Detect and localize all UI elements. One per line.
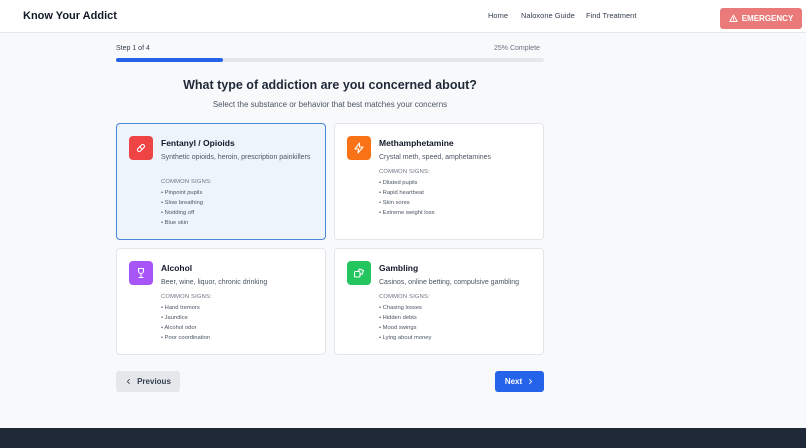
step-indicator: Step 1 of 4 bbox=[116, 45, 150, 52]
emergency-button[interactable]: EMERGENCY bbox=[720, 8, 802, 29]
card-title: Alcohol bbox=[161, 263, 193, 273]
common-signs-list: • Chasing losses • Hidden debts • Mood s… bbox=[379, 303, 431, 343]
sign-item: • Hand tremors bbox=[161, 305, 200, 311]
common-signs-list: • Dilated pupils • Rapid heartbeat • Ski… bbox=[379, 178, 435, 218]
sign-item: • Pinpoint pupils bbox=[161, 190, 203, 196]
previous-button[interactable]: Previous bbox=[116, 371, 180, 392]
lightning-icon bbox=[347, 136, 371, 160]
chevron-left-icon bbox=[126, 379, 130, 384]
card-title: Fentanyl / Opioids bbox=[161, 138, 235, 148]
wine-glass-icon bbox=[129, 261, 153, 285]
common-signs-heading: COMMON SIGNS: bbox=[161, 294, 212, 300]
common-signs-list: • Pinpoint pupils • Slow breathing • Nod… bbox=[161, 188, 203, 228]
option-card-fentanyl-opioids[interactable]: Fentanyl / Opioids Synthetic opioids, he… bbox=[116, 123, 326, 240]
nav-link-naloxone-guide[interactable]: Naloxone Guide bbox=[521, 11, 575, 20]
warning-triangle-icon bbox=[729, 14, 738, 22]
card-description: Casinos, online betting, compulsive gamb… bbox=[379, 279, 520, 286]
footer bbox=[0, 428, 806, 448]
brand-logo[interactable]: Know Your Addict bbox=[23, 10, 117, 22]
sign-item: • Extreme weight loss bbox=[379, 210, 435, 216]
sign-item: • Slow breathing bbox=[161, 200, 203, 206]
question-title: What type of addiction are you concerned… bbox=[183, 78, 477, 92]
card-title: Methamphetamine bbox=[379, 138, 454, 148]
card-description: Beer, wine, liquor, chronic drinking bbox=[161, 279, 268, 286]
previous-label: Previous bbox=[137, 377, 171, 386]
sign-item: • Nodding off bbox=[161, 210, 195, 216]
dice-icon bbox=[347, 261, 371, 285]
nav-link-home[interactable]: Home bbox=[488, 11, 508, 20]
common-signs-list: • Hand tremors • Jaundice • Alcohol odor… bbox=[161, 303, 210, 343]
sign-item: • Blue skin bbox=[161, 220, 189, 226]
progress-bar-fill bbox=[116, 58, 223, 62]
card-description: Crystal meth, speed, amphetamines bbox=[379, 154, 492, 161]
sign-item: • Dilated pupils bbox=[379, 180, 418, 186]
next-label: Next bbox=[504, 377, 523, 386]
sign-item: • Jaundice bbox=[161, 315, 188, 321]
card-description: Synthetic opioids, heroin, prescription … bbox=[161, 154, 311, 161]
progress-bar bbox=[116, 58, 544, 62]
option-card-methamphetamine[interactable]: Methamphetamine Crystal meth, speed, amp… bbox=[334, 123, 544, 240]
pill-icon bbox=[129, 136, 153, 160]
sign-item: • Alcohol odor bbox=[161, 325, 197, 331]
question-subtitle: Select the substance or behavior that be… bbox=[212, 100, 448, 109]
sign-item: • Hidden debts bbox=[379, 315, 417, 321]
emergency-label: EMERGENCY bbox=[741, 14, 794, 23]
next-button[interactable]: Next bbox=[495, 371, 544, 392]
chevron-right-icon bbox=[529, 379, 533, 384]
sign-item: • Skin sores bbox=[379, 200, 410, 206]
option-card-gambling[interactable]: Gambling Casinos, online betting, compul… bbox=[334, 248, 544, 355]
nav-link-find-treatment[interactable]: Find Treatment bbox=[586, 11, 636, 20]
sign-item: • Poor coordination bbox=[161, 335, 211, 341]
sign-item: • Chasing losses bbox=[379, 305, 422, 311]
sign-item: • Mood swings bbox=[379, 325, 417, 331]
progress-percent: 25% Complete bbox=[494, 45, 540, 52]
sign-item: • Rapid heartbeat bbox=[379, 190, 424, 196]
option-card-alcohol[interactable]: Alcohol Beer, wine, liquor, chronic drin… bbox=[116, 248, 326, 355]
card-title: Gambling bbox=[379, 263, 419, 273]
common-signs-heading: COMMON SIGNS: bbox=[379, 294, 430, 300]
common-signs-heading: COMMON SIGNS: bbox=[379, 169, 430, 175]
top-navbar: Know Your Addict Home Naloxone Guide Fin… bbox=[0, 0, 806, 33]
sign-item: • Lying about money bbox=[379, 335, 432, 341]
common-signs-heading: COMMON SIGNS: bbox=[161, 179, 212, 185]
